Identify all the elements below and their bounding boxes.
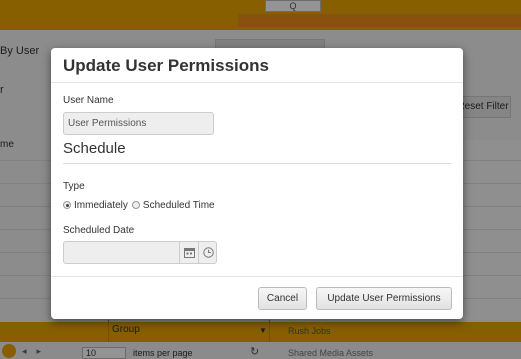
radio-immediately-label[interactable]: Immediately: [74, 200, 128, 211]
user-name-field[interactable]: User Permissions: [63, 112, 214, 135]
type-radio-group: Immediately Scheduled Time: [63, 198, 219, 212]
scheduled-date-label: Scheduled Date: [63, 225, 135, 236]
modal-title: Update User Permissions: [63, 56, 269, 75]
section-divider: [63, 163, 451, 164]
modal-footer: Cancel Update User Permissions: [51, 276, 463, 319]
type-label: Type: [63, 181, 85, 192]
scheduled-date-input[interactable]: [64, 242, 179, 263]
radio-scheduled-time-label[interactable]: Scheduled Time: [143, 200, 215, 211]
calendar-icon[interactable]: [179, 242, 198, 263]
cancel-button[interactable]: Cancel: [258, 287, 307, 310]
scheduled-date-field[interactable]: [63, 241, 217, 264]
schedule-heading: Schedule: [63, 140, 126, 157]
radio-scheduled-time[interactable]: [131, 201, 140, 209]
radio-immediately[interactable]: [63, 201, 71, 209]
user-name-label: User Name: [63, 95, 114, 106]
clock-icon[interactable]: [198, 242, 217, 263]
update-permissions-dialog: Update User Permissions User Name User P…: [51, 48, 463, 319]
update-user-permissions-button[interactable]: Update User Permissions: [316, 287, 452, 310]
modal-header: Update User Permissions: [51, 48, 463, 83]
